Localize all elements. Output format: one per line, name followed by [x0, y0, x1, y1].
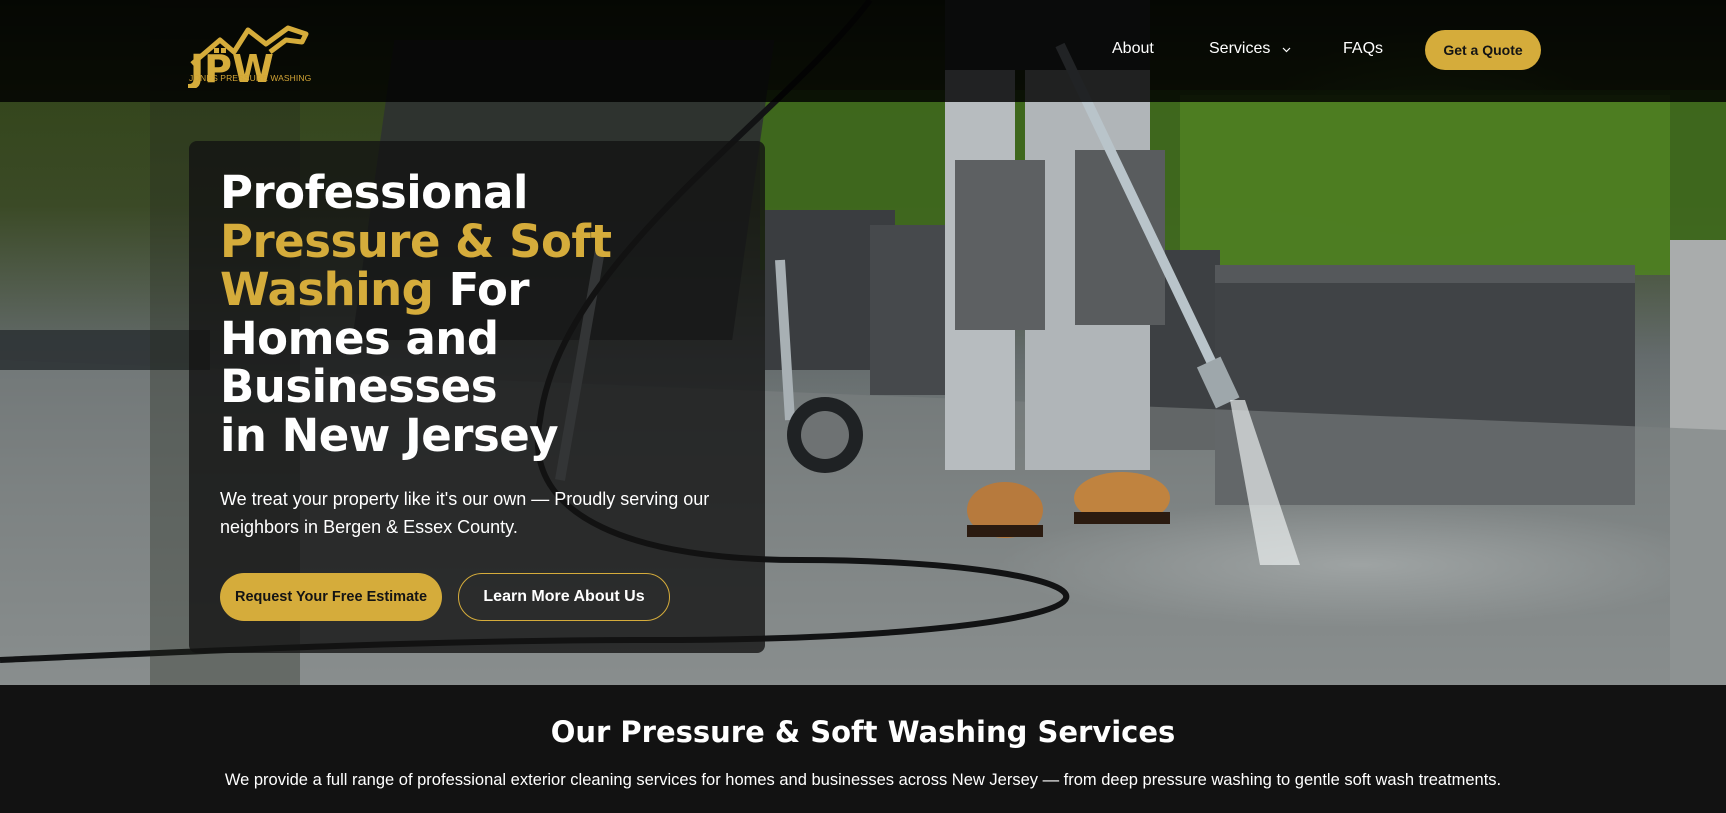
- learn-more-button[interactable]: Learn More About Us: [458, 573, 670, 621]
- nav-faqs-link[interactable]: FAQs: [1343, 40, 1383, 58]
- get-a-quote-button[interactable]: Get a Quote: [1425, 30, 1541, 70]
- top-nav-bar: JPW JONES PRESSURE WASHING About Service…: [0, 0, 1726, 102]
- services-description: We provide a full range of professional …: [224, 771, 1502, 789]
- headline-homes-businesses: Homes and Businesses: [220, 311, 499, 413]
- headline-for: For: [448, 263, 530, 316]
- headline-line-1: Professional: [220, 166, 528, 219]
- chevron-down-icon[interactable]: [1282, 47, 1291, 53]
- request-estimate-button[interactable]: Request Your Free Estimate: [220, 573, 442, 621]
- logo-wordmark: JONES PRESSURE WASHING: [189, 73, 312, 83]
- services-heading: Our Pressure & Soft Washing Services: [550, 715, 1176, 749]
- services-section: [0, 685, 1726, 813]
- hero-subtext: We treat your property like it's our own…: [220, 489, 710, 537]
- headline-highlight: Pressure & Soft Washing: [220, 214, 612, 316]
- hero-headline: Professional Pressure & Soft Washing For…: [220, 166, 740, 462]
- headline-location: in New Jersey: [220, 408, 559, 462]
- nav-services-link[interactable]: Services: [1209, 40, 1270, 58]
- hero-section: JPW JONES PRESSURE WASHING About Service…: [0, 0, 1726, 685]
- nav-about-link[interactable]: About: [1112, 40, 1154, 58]
